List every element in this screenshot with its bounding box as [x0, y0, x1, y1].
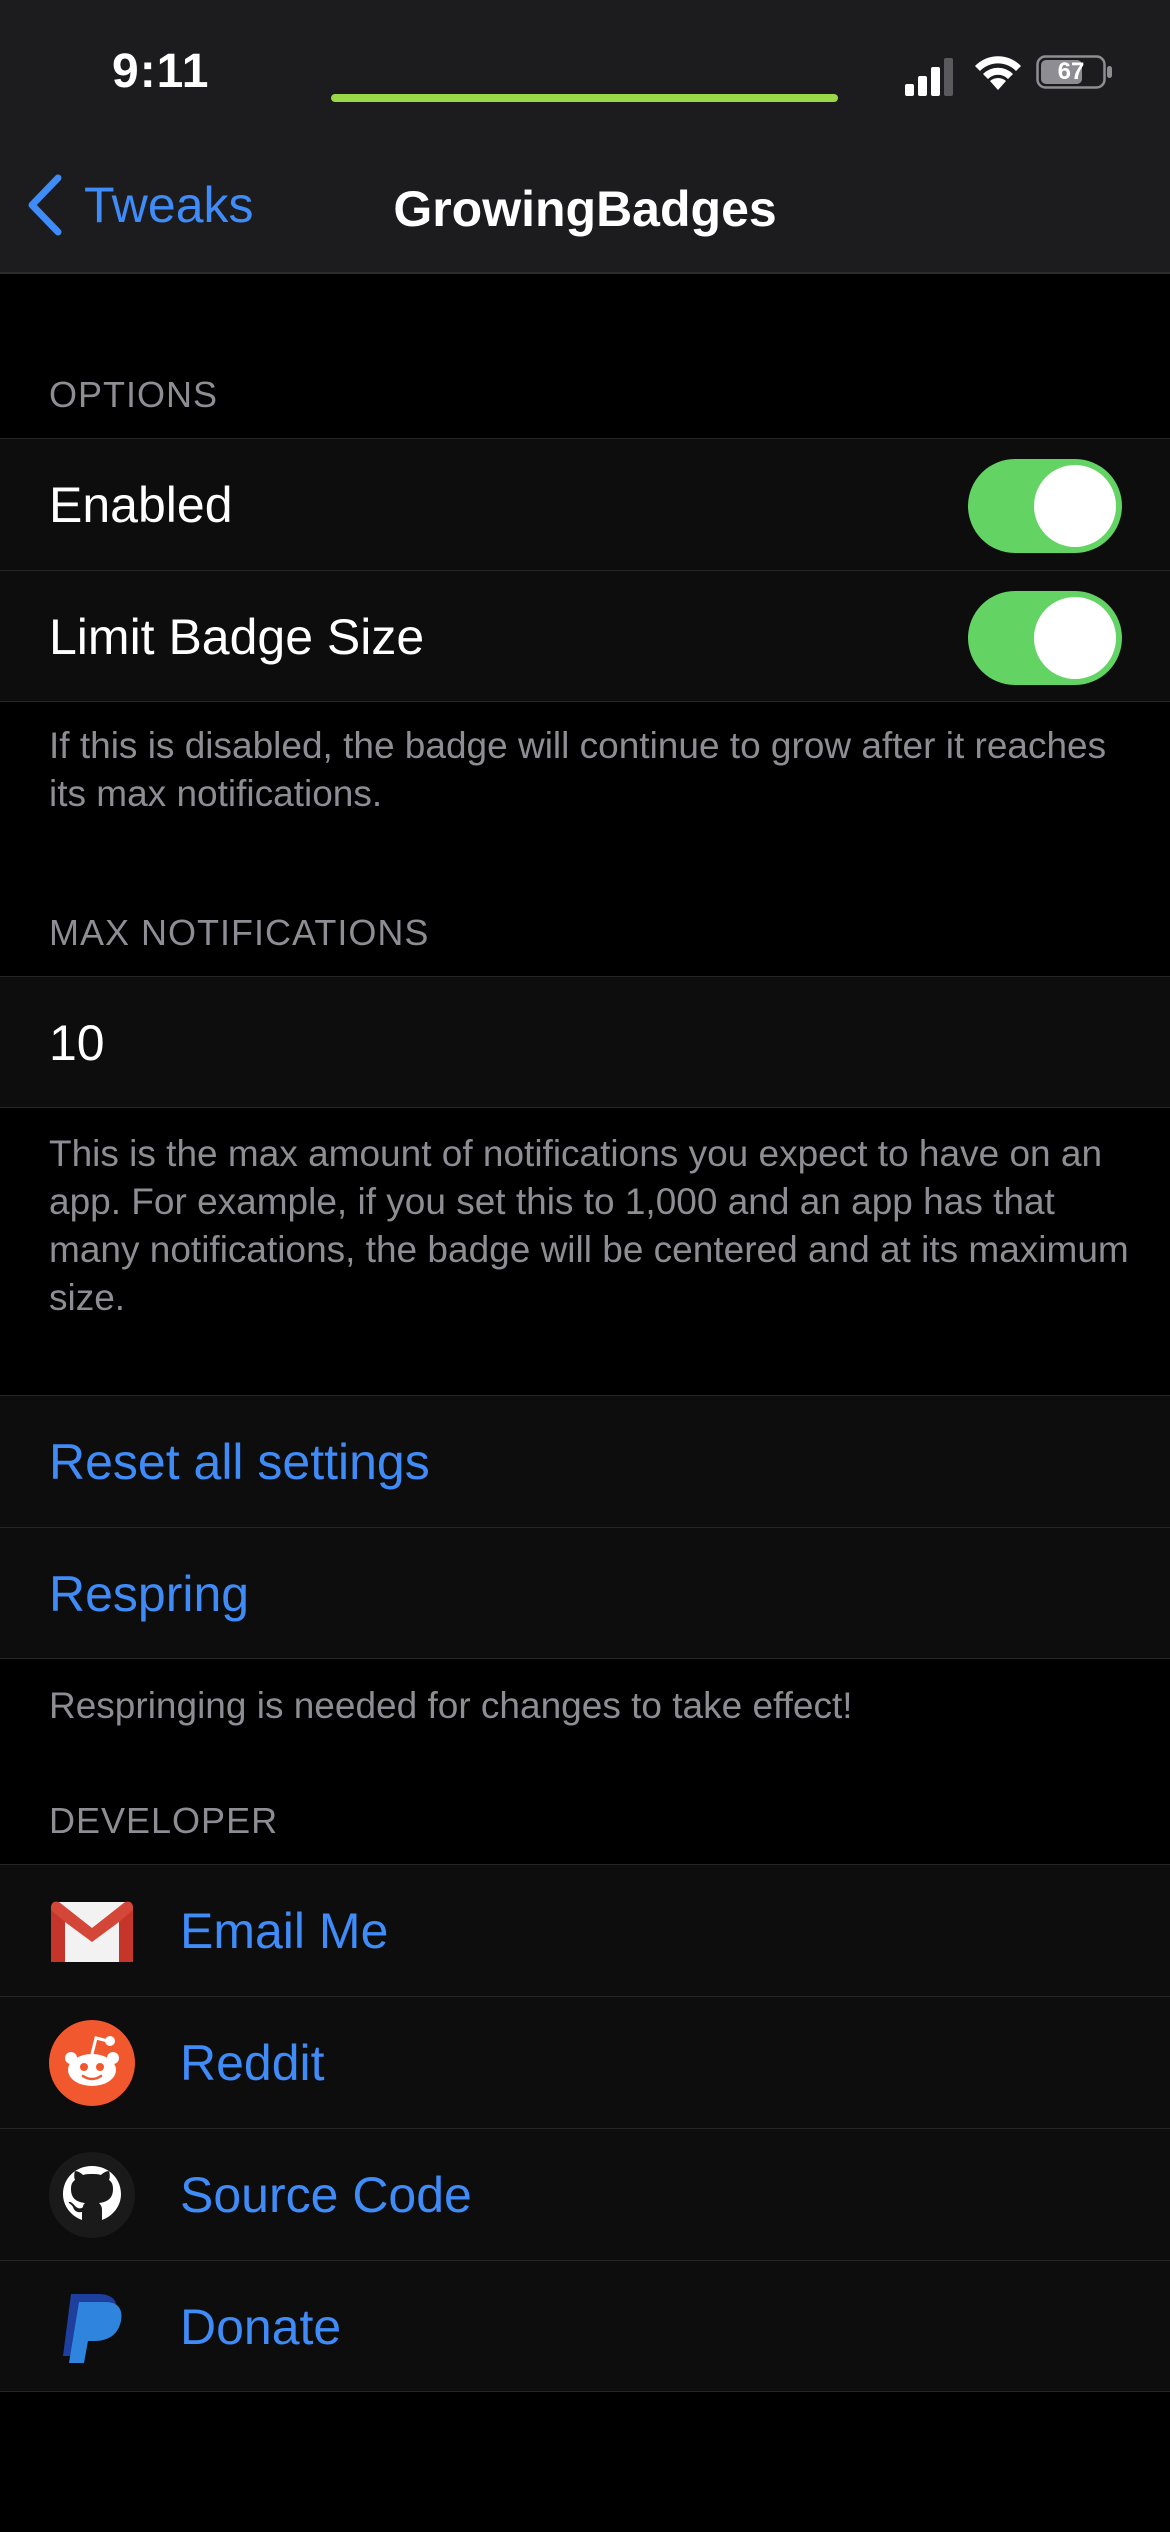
reddit-link[interactable]: Reddit — [180, 1997, 325, 2129]
battery-level: 67 — [1057, 58, 1085, 85]
limit-badge-size-toggle[interactable] — [968, 591, 1122, 685]
reset-all-settings-row[interactable]: Reset all settings — [0, 1395, 1170, 1527]
chevron-left-icon — [28, 174, 62, 236]
source-code-row[interactable]: Source Code — [0, 2128, 1170, 2260]
options-group: Enabled Limit Badge Size — [0, 438, 1170, 702]
limit-badge-size-row: Limit Badge Size — [0, 570, 1170, 702]
enabled-toggle[interactable] — [968, 459, 1122, 553]
donate-link[interactable]: Donate — [180, 2261, 341, 2393]
toggle-knob — [1034, 465, 1116, 547]
actions-footer: Respringing is needed for changes to tak… — [49, 1685, 853, 1726]
back-button-label: Tweaks — [84, 177, 254, 233]
enabled-row: Enabled — [0, 438, 1170, 570]
reddit-row[interactable]: Reddit — [0, 1996, 1170, 2128]
email-me-row[interactable]: Email Me — [0, 1864, 1170, 1996]
respring-row[interactable]: Respring — [0, 1527, 1170, 1659]
source-code-link[interactable]: Source Code — [180, 2129, 472, 2261]
developer-group: Email Me Reddit Source Code Donate — [0, 1864, 1170, 2392]
navigation-bar: GrowingBadges Tweaks — [0, 140, 1170, 274]
paypal-icon — [63, 2294, 122, 2363]
toggle-knob — [1034, 597, 1116, 679]
respring-button[interactable]: Respring — [49, 1528, 249, 1660]
status-time: 9:11 — [112, 45, 210, 98]
section-header-options: OPTIONS — [49, 374, 219, 415]
signal-icon — [905, 58, 953, 96]
max-notifications-footer: This is the max amount of notifications … — [49, 1133, 1129, 1318]
status-bar: 9:11 67 — [0, 0, 1170, 140]
actions-group: Reset all settings Respring — [0, 1395, 1170, 1659]
section-header-max-notifications: MAX NOTIFICATIONS — [49, 912, 430, 953]
max-notifications-row[interactable]: 10 — [0, 976, 1170, 1108]
active-call-bar[interactable] — [331, 94, 838, 102]
email-me-link[interactable]: Email Me — [180, 1865, 388, 1997]
gmail-icon — [51, 1901, 133, 1962]
enabled-label: Enabled — [49, 477, 233, 533]
github-icon — [49, 2152, 135, 2238]
section-header-developer: DEVELOPER — [49, 1800, 279, 1841]
reddit-icon — [49, 2020, 135, 2106]
max-notifications-field[interactable]: 10 — [49, 977, 105, 1109]
back-button[interactable]: Tweaks — [22, 170, 254, 240]
donate-row[interactable]: Donate — [0, 2260, 1170, 2392]
reset-all-settings-button[interactable]: Reset all settings — [49, 1396, 430, 1528]
wifi-icon — [975, 56, 1021, 90]
limit-badge-size-label: Limit Badge Size — [49, 609, 425, 665]
options-footer: If this is disabled, the badge will cont… — [49, 725, 1107, 814]
max-notifications-group: 10 — [0, 976, 1170, 1108]
